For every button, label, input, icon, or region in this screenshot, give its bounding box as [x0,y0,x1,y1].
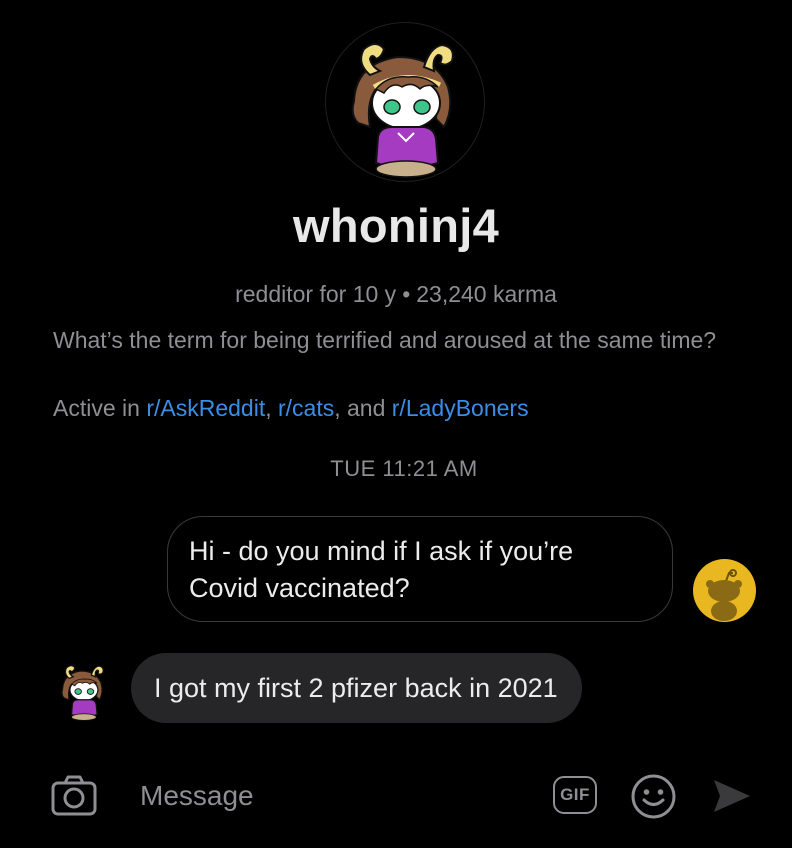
send-icon [714,780,750,812]
profile-meta: redditor for 10 y • 23,240 karma [0,281,792,308]
meta-separator: • [402,281,411,307]
profile-bio: What’s the term for being terrified and … [53,327,717,353]
subreddit-link-cats[interactable]: r/cats [278,395,334,421]
chat-timestamp: TUE 11:21 AM [330,456,478,481]
subreddit-link-askreddit[interactable]: r/AskReddit [146,395,265,421]
account-age: redditor for 10 y [235,281,397,307]
profile-avatar[interactable] [325,22,485,182]
outgoing-message-bubble[interactable]: Hi - do you mind if I ask if you’re Covi… [167,516,673,622]
send-button[interactable] [712,778,752,814]
my-avatar[interactable] [693,559,756,622]
profile-username: whoninj4 [292,199,500,252]
snoo-silhouette-icon [706,569,742,621]
snoo-avatar-illustration [61,665,104,721]
active-separator: , [265,395,278,421]
karma-count: 23,240 karma [416,281,557,307]
camera-icon [51,775,97,816]
subreddit-link-ladyboners[interactable]: r/LadyBoners [392,395,529,421]
snoo-avatar-illustration [351,43,454,178]
smiley-icon [631,774,676,819]
active-communities: Active in r/AskReddit, r/cats, and r/Lad… [53,393,529,423]
active-prefix: Active in [53,395,147,421]
sender-avatar[interactable] [51,657,116,722]
emoji-button[interactable] [630,773,677,820]
message-input[interactable] [140,776,530,816]
incoming-message-bubble[interactable]: I got my first 2 pfizer back in 2021 [131,653,582,723]
active-separator: , and [334,395,392,421]
camera-button[interactable] [50,773,98,818]
gif-button[interactable]: GIF [553,776,597,814]
